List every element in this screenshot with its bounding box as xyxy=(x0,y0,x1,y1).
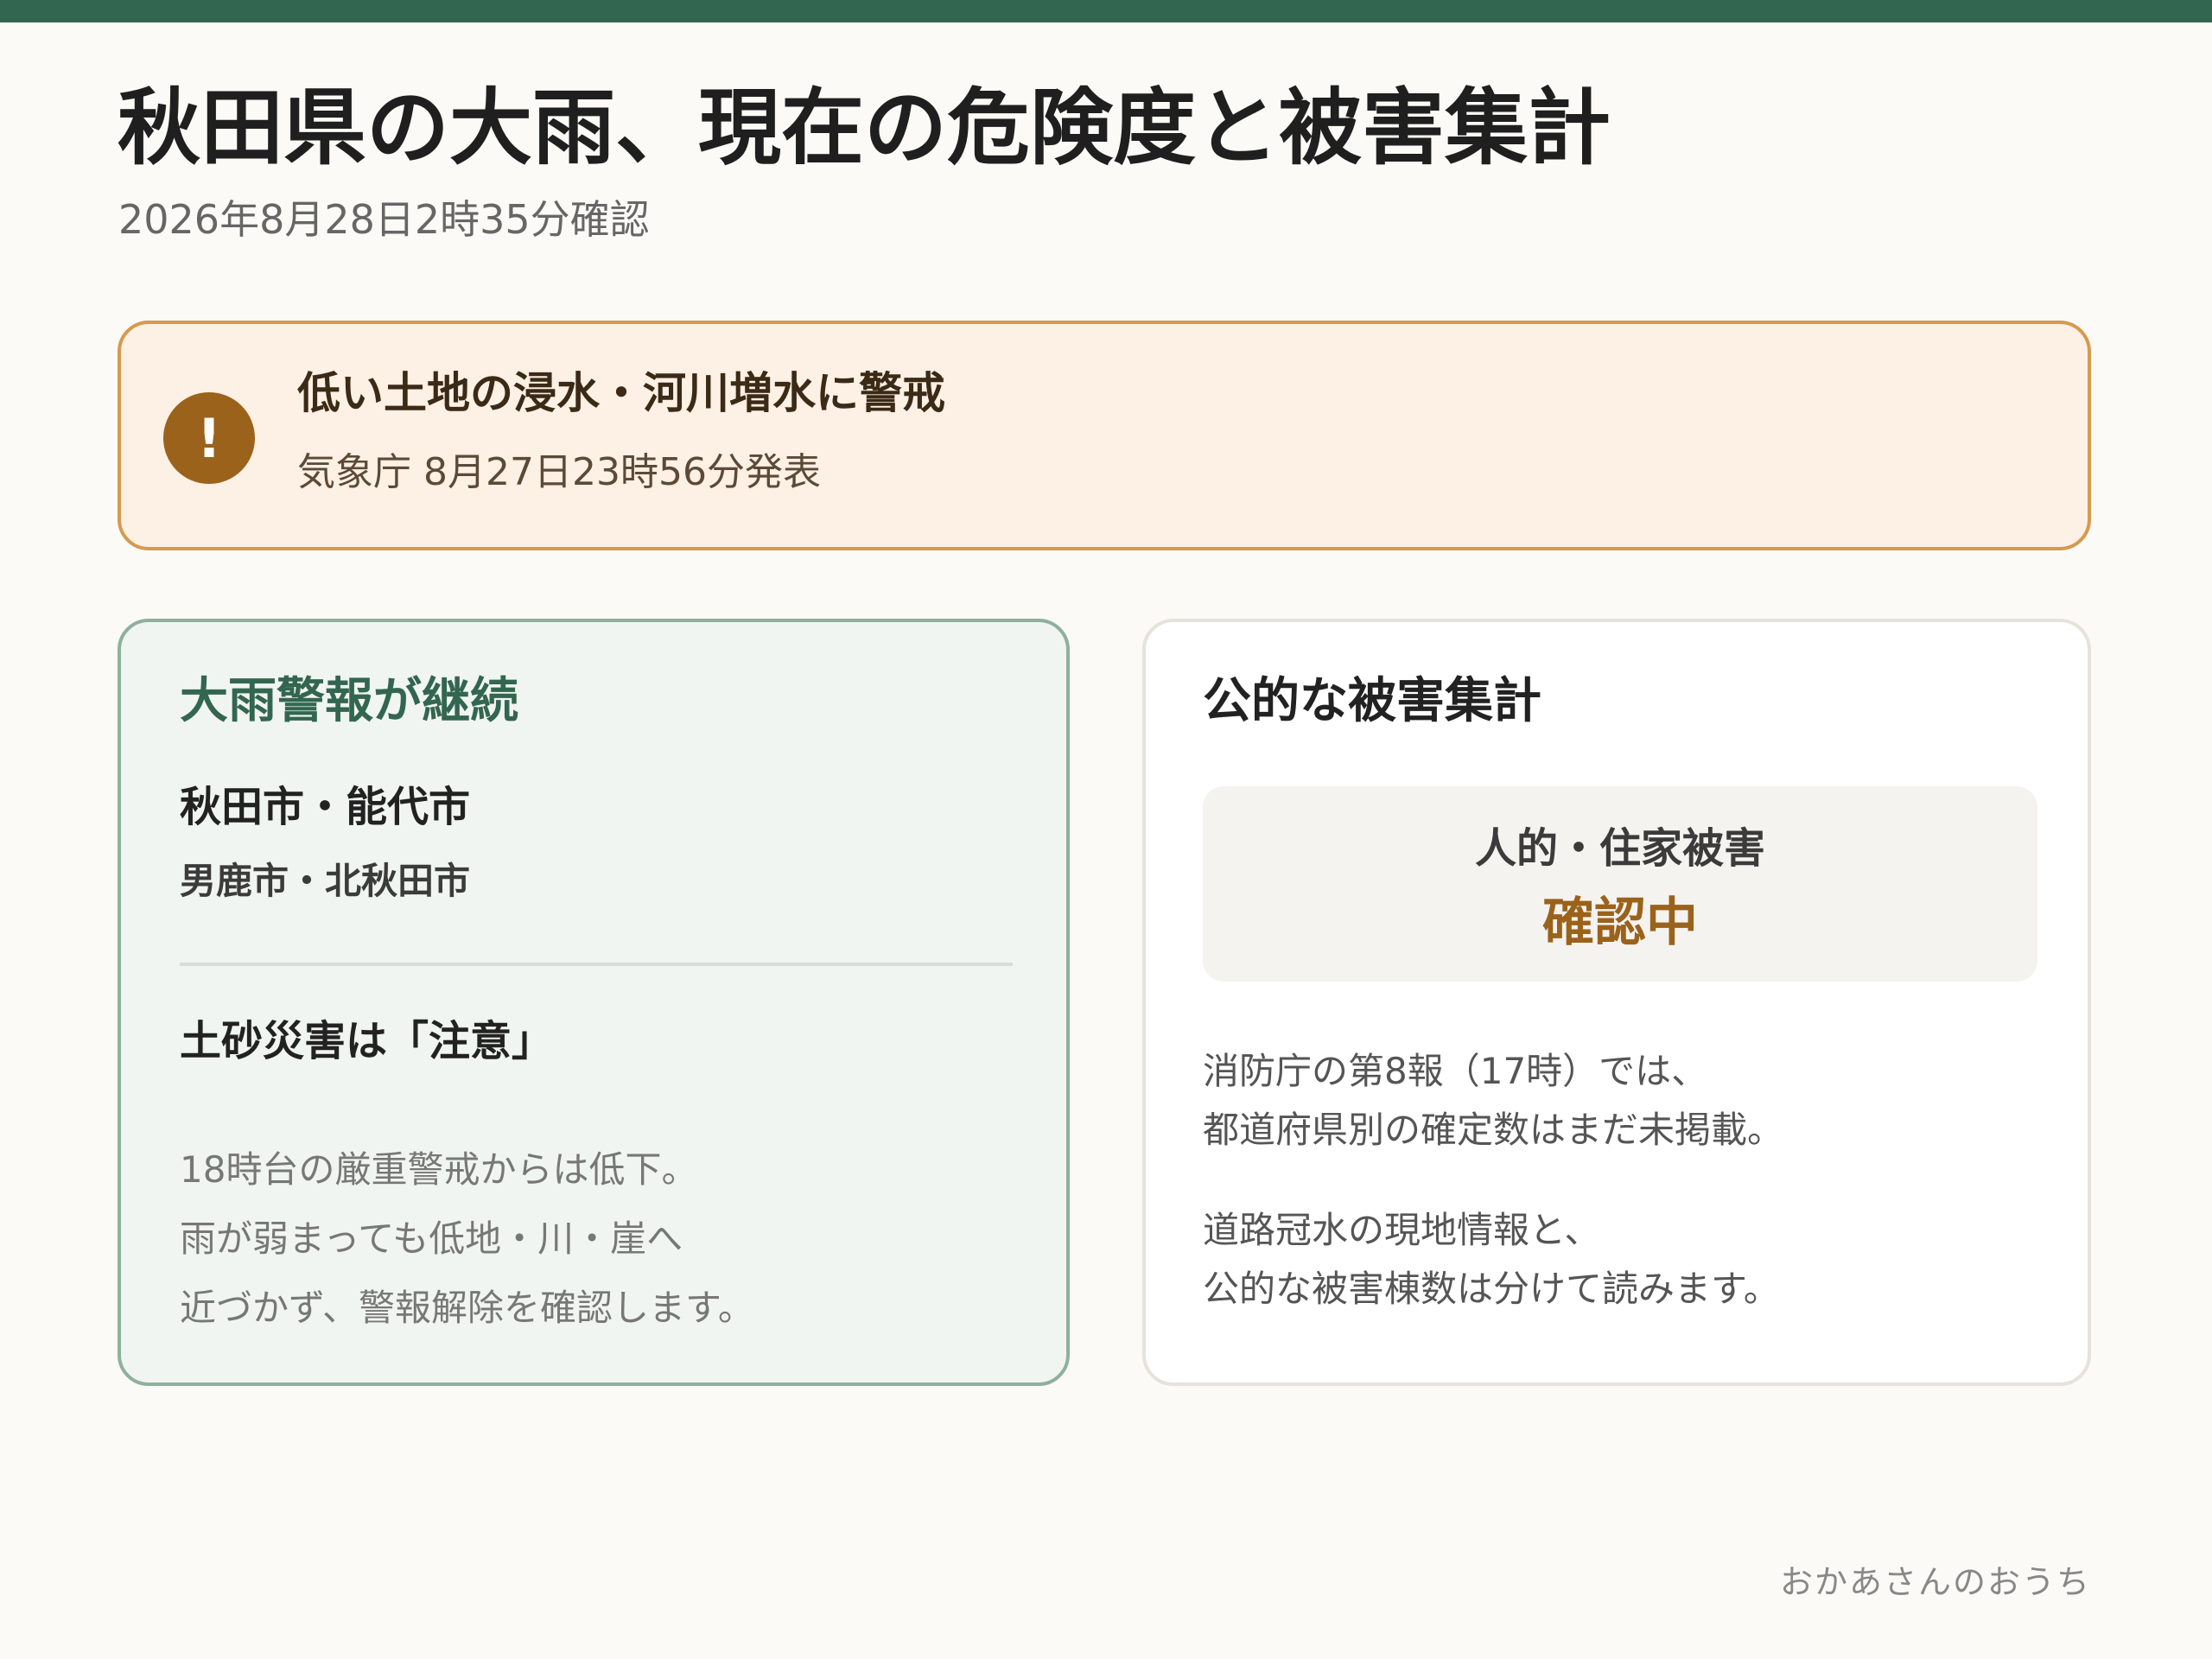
fire-agency-report-note: 消防庁の第8報（17時）では、 都道府県別の確定数はまだ未掲載。 xyxy=(1203,1042,1783,1160)
reading-note-line: 公的な被害棟数は分けて読みます。 xyxy=(1203,1268,1780,1310)
cities-secondary: 男鹿市・北秋田市 xyxy=(180,860,471,902)
divider xyxy=(180,963,1013,966)
warning-card-title: 大雨警報が継続 xyxy=(180,673,518,729)
top-accent-bar xyxy=(0,0,2212,22)
damage-status-label: 人的・住家被害 xyxy=(1474,824,1765,873)
alert-banner: ! 低い土地の浸水・河川増水に警戒 気象庁 8月27日23時56分発表 xyxy=(118,321,2091,550)
landslide-status-title: 土砂災害は「注意」 xyxy=(180,1017,554,1065)
page-title: 秋田県の大雨、現在の危険度と被害集計 xyxy=(118,79,1611,176)
reading-note-line: 道路冠水の現地情報と、 xyxy=(1203,1209,1601,1251)
alert-title: 低い土地の浸水・河川増水に警戒 xyxy=(297,368,945,418)
report-note-line: 消防庁の第8報（17時）では、 xyxy=(1203,1050,1708,1092)
damage-card-title: 公的な被害集計 xyxy=(1203,673,1541,729)
damage-status-panel: 人的・住家被害 確認中 xyxy=(1203,786,2037,982)
footer-brand: おかあさんのおうち xyxy=(1779,1563,2091,1601)
cities-primary: 秋田市・能代市 xyxy=(180,783,471,831)
landslide-note-line: 近づかず、警報解除を確認します。 xyxy=(180,1287,754,1329)
damage-status-value: 確認中 xyxy=(1542,893,1698,953)
damage-summary-card: 公的な被害集計 人的・住家被害 確認中 消防庁の第8報（17時）では、 都道府県… xyxy=(1142,619,2091,1386)
landslide-note: 18時台の厳重警戒からは低下。 雨が弱まっても低地・川・崖へ 近づかず、警報解除… xyxy=(180,1135,754,1343)
report-note-line: 都道府県別の確定数はまだ未掲載。 xyxy=(1203,1109,1784,1151)
exclamation-icon: ! xyxy=(163,392,255,484)
landslide-note-line: 18時台の厳重警戒からは低下。 xyxy=(180,1148,698,1191)
landslide-note-line: 雨が弱まっても低地・川・崖へ xyxy=(180,1217,683,1260)
checked-timestamp: 2026年8月28日2時35分確認 xyxy=(118,196,650,243)
reading-guidance-note: 道路冠水の現地情報と、 公的な被害棟数は分けて読みます。 xyxy=(1203,1201,1780,1319)
heavy-rain-warning-card: 大雨警報が継続 秋田市・能代市 男鹿市・北秋田市 土砂災害は「注意」 18時台の… xyxy=(118,619,1070,1386)
alert-source: 気象庁 8月27日23時56分発表 xyxy=(297,450,821,494)
